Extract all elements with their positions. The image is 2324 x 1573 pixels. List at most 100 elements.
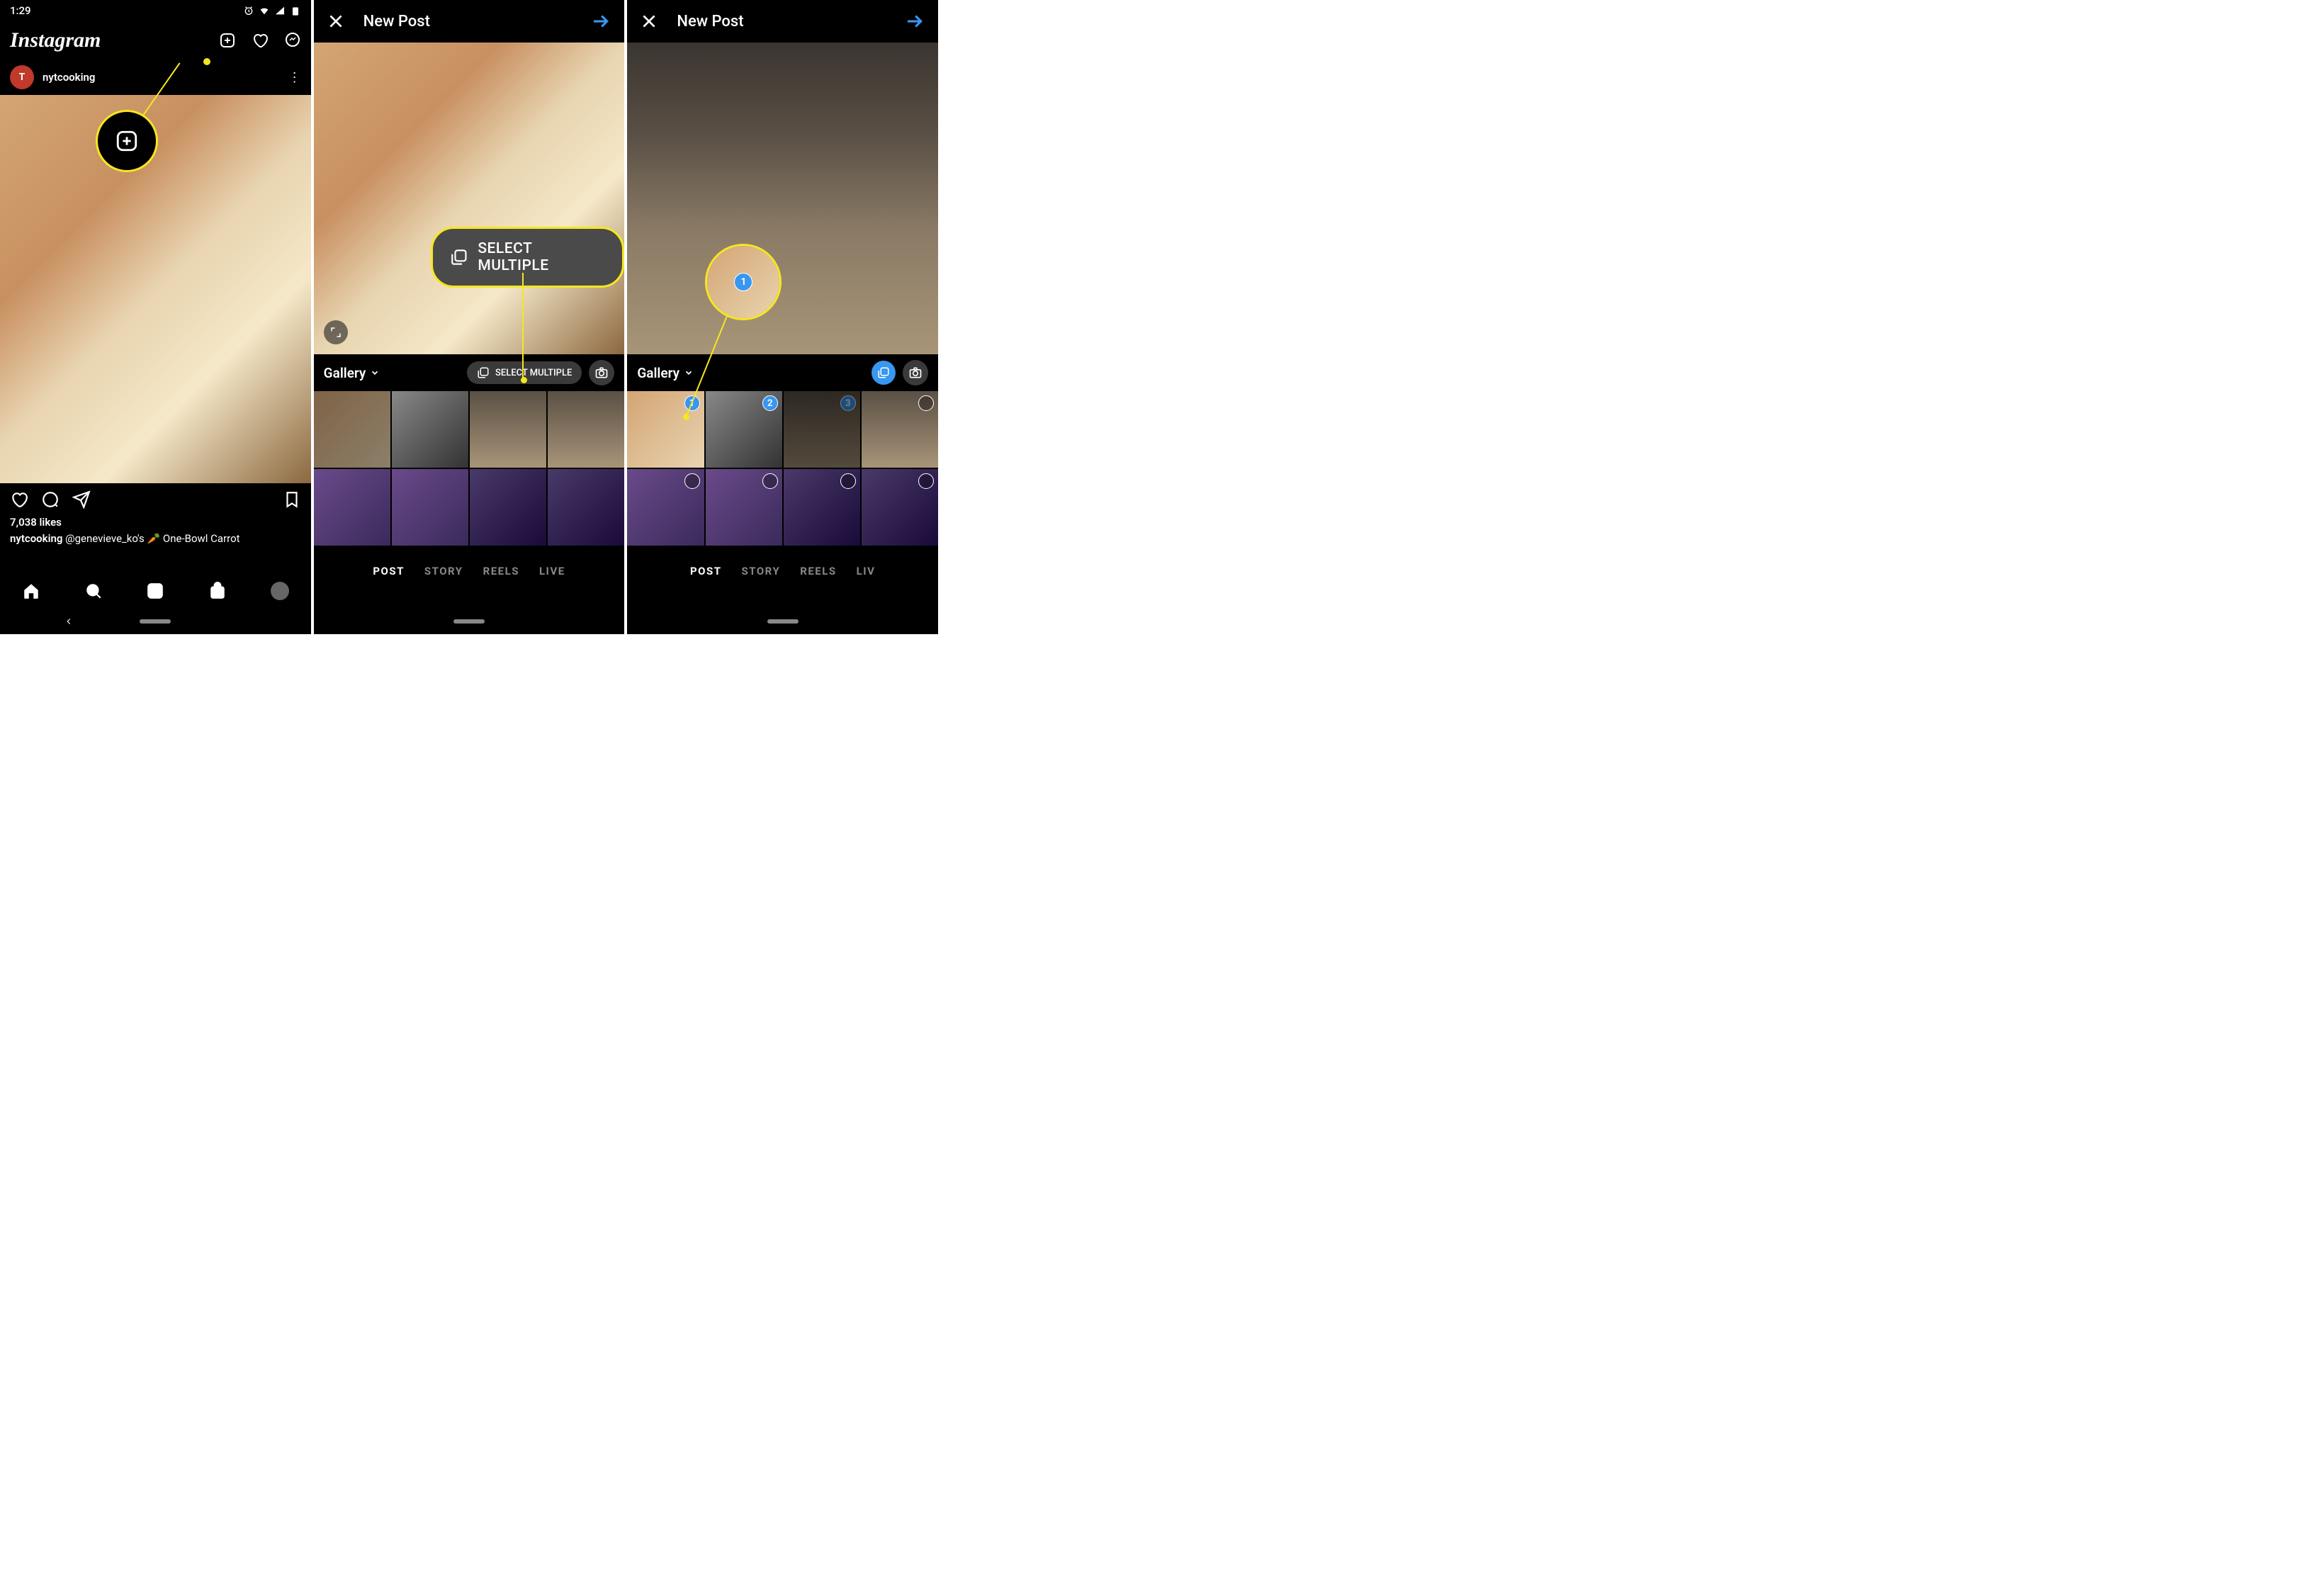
gallery-dropdown[interactable]: Gallery bbox=[324, 365, 380, 381]
camera-button[interactable] bbox=[589, 360, 614, 385]
screen-new-post-select: New Post Gallery SELECT MULTIPLE bbox=[314, 0, 625, 634]
status-bar: 1:29 bbox=[0, 0, 311, 21]
instagram-logo[interactable]: Instagram bbox=[10, 28, 101, 52]
gallery-thumbnail[interactable] bbox=[392, 391, 468, 468]
selection-badge-empty bbox=[918, 395, 934, 411]
gallery-thumbnail[interactable] bbox=[862, 391, 938, 468]
heart-icon[interactable] bbox=[252, 32, 269, 49]
gallery-thumbnail[interactable] bbox=[548, 391, 624, 468]
status-time: 1:29 bbox=[10, 4, 31, 17]
selection-badge-empty bbox=[918, 473, 934, 489]
tab-live[interactable]: LIV bbox=[857, 565, 876, 577]
status-icons bbox=[243, 5, 301, 16]
post-info: 7,038 likes nytcooking @genevieve_ko's 🥕… bbox=[0, 516, 311, 546]
gallery-thumbnail[interactable] bbox=[627, 469, 704, 546]
tab-story[interactable]: STORY bbox=[742, 565, 781, 577]
selection-badge: 2 bbox=[762, 395, 778, 411]
tab-post[interactable]: POST bbox=[373, 565, 405, 577]
gallery-thumbnail[interactable]: 3 bbox=[784, 391, 860, 468]
search-icon[interactable] bbox=[84, 582, 103, 600]
system-nav bbox=[0, 609, 311, 634]
preview-image[interactable] bbox=[627, 43, 938, 354]
new-post-header: New Post bbox=[627, 0, 938, 43]
avatar[interactable]: T bbox=[10, 65, 34, 89]
gallery-grid bbox=[314, 391, 625, 546]
close-button[interactable] bbox=[640, 12, 658, 30]
share-icon[interactable] bbox=[72, 490, 91, 509]
page-title: New Post bbox=[677, 13, 886, 30]
stack-icon bbox=[450, 248, 468, 266]
gallery-thumbnail[interactable] bbox=[314, 391, 390, 468]
selection-badge-empty bbox=[762, 473, 778, 489]
chevron-down-icon bbox=[370, 368, 380, 378]
username[interactable]: nytcooking bbox=[43, 71, 95, 84]
gallery-thumbnail[interactable] bbox=[862, 469, 938, 546]
gallery-thumbnail[interactable] bbox=[470, 469, 546, 546]
camera-icon bbox=[908, 366, 923, 380]
messenger-icon[interactable] bbox=[284, 32, 301, 49]
tab-live[interactable]: LIVE bbox=[539, 565, 565, 577]
gallery-thumbnail[interactable]: 2 bbox=[706, 391, 782, 468]
alarm-icon bbox=[243, 5, 254, 16]
screen-new-post-selected: New Post Gallery 1 2 3 POST STORY REELS bbox=[627, 0, 938, 634]
chevron-down-icon bbox=[684, 368, 694, 378]
profile-avatar[interactable] bbox=[271, 582, 289, 600]
post-header: T nytcooking ⋮ bbox=[0, 60, 311, 95]
camera-icon bbox=[594, 366, 609, 380]
callout-select-multiple: SELECT MULTIPLE bbox=[431, 227, 625, 288]
close-button[interactable] bbox=[327, 12, 345, 30]
callout-line bbox=[522, 273, 524, 383]
tab-reels[interactable]: REELS bbox=[800, 565, 836, 577]
next-button[interactable] bbox=[904, 11, 925, 32]
comment-icon[interactable] bbox=[41, 490, 60, 509]
preview-image[interactable] bbox=[314, 43, 625, 354]
post-actions bbox=[0, 483, 311, 516]
next-button[interactable] bbox=[590, 11, 611, 32]
mode-tabs: POST STORY REELS LIV bbox=[627, 551, 938, 592]
gallery-grid: 1 2 3 bbox=[627, 391, 938, 546]
post-user[interactable]: T nytcooking bbox=[10, 65, 95, 89]
gallery-thumbnail[interactable] bbox=[548, 469, 624, 546]
selection-badge-empty bbox=[840, 473, 856, 489]
expand-crop-icon[interactable] bbox=[324, 320, 348, 344]
tab-story[interactable]: STORY bbox=[424, 565, 463, 577]
bookmark-icon[interactable] bbox=[283, 490, 301, 509]
home-icon[interactable] bbox=[22, 582, 40, 600]
instagram-header: Instagram bbox=[0, 21, 311, 60]
gallery-dropdown[interactable]: Gallery bbox=[637, 365, 694, 381]
tab-reels[interactable]: REELS bbox=[483, 565, 519, 577]
select-multiple-button-active[interactable] bbox=[872, 361, 896, 385]
selection-badge: 3 bbox=[840, 395, 856, 411]
bottom-nav bbox=[0, 573, 311, 609]
reels-icon[interactable] bbox=[146, 582, 164, 600]
add-post-icon[interactable] bbox=[219, 32, 236, 49]
stack-icon bbox=[877, 366, 890, 379]
system-nav bbox=[314, 609, 625, 634]
tab-post[interactable]: POST bbox=[690, 565, 722, 577]
callout-dot bbox=[521, 377, 527, 383]
selection-badge-empty bbox=[684, 473, 700, 489]
shop-icon[interactable] bbox=[208, 582, 227, 600]
home-pill[interactable] bbox=[453, 619, 485, 624]
post-caption[interactable]: nytcooking @genevieve_ko's 🥕 One-Bowl Ca… bbox=[10, 531, 301, 546]
gallery-thumbnail[interactable] bbox=[314, 469, 390, 546]
home-pill[interactable] bbox=[140, 619, 171, 624]
gallery-thumbnail[interactable] bbox=[470, 391, 546, 468]
wifi-icon bbox=[259, 5, 270, 16]
camera-button[interactable] bbox=[903, 360, 928, 385]
new-post-header: New Post bbox=[314, 0, 625, 43]
selection-badge: 1 bbox=[734, 273, 752, 291]
callout-selected-thumbnail: 1 bbox=[705, 244, 782, 320]
battery-icon bbox=[290, 5, 301, 16]
like-icon[interactable] bbox=[10, 490, 28, 509]
home-pill[interactable] bbox=[767, 619, 799, 624]
stack-icon bbox=[477, 366, 490, 379]
likes-count[interactable]: 7,038 likes bbox=[10, 516, 301, 529]
gallery-bar: Gallery bbox=[627, 354, 938, 391]
callout-dot bbox=[203, 58, 210, 65]
gallery-thumbnail[interactable] bbox=[784, 469, 860, 546]
gallery-thumbnail[interactable] bbox=[706, 469, 782, 546]
back-icon[interactable] bbox=[64, 616, 74, 626]
gallery-thumbnail[interactable] bbox=[392, 469, 468, 546]
more-options-icon[interactable]: ⋮ bbox=[288, 70, 301, 85]
